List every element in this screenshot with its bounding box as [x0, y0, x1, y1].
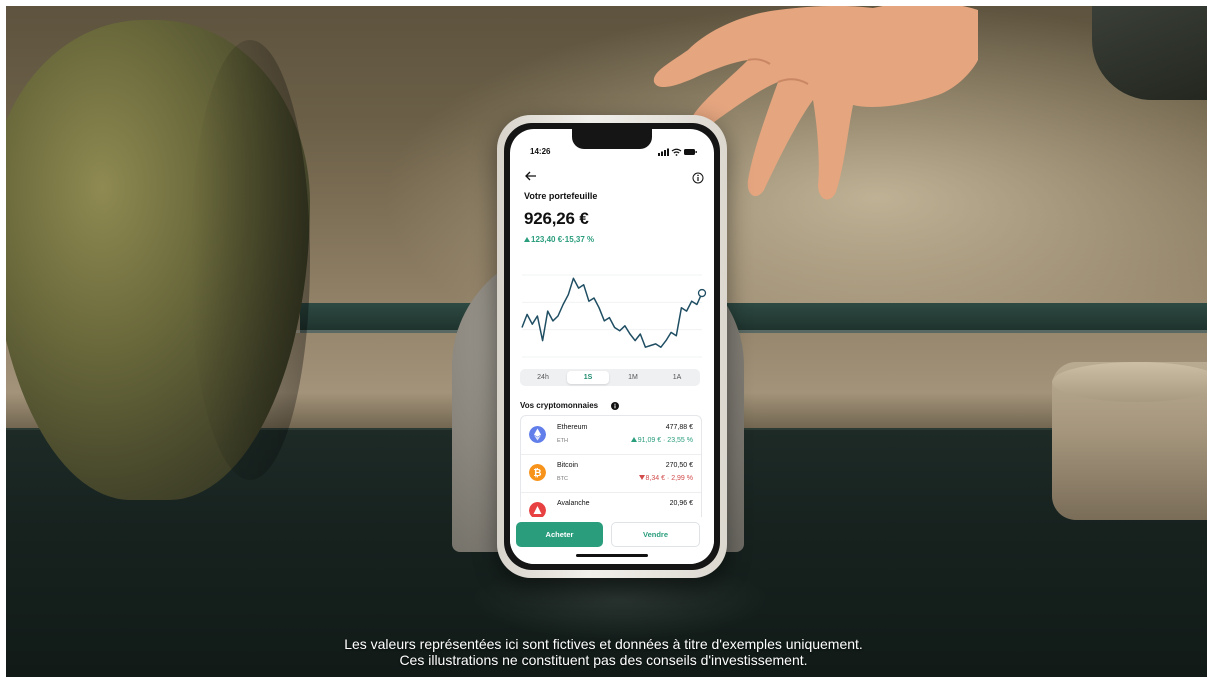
crypto-info-icon[interactable] [611, 402, 619, 410]
chart-series-line [521, 277, 703, 348]
crypto-section-title: Vos cryptomonnaies [520, 401, 599, 410]
portfolio-balance: 926,26 € [524, 209, 589, 228]
vase-shadow [190, 40, 310, 480]
home-indicator[interactable] [576, 554, 648, 557]
crypto-row-ethereum[interactable]: Ethereum ETH 477,88 € 91,09 € · 23,55 % [521, 416, 701, 455]
buy-button[interactable]: Acheter [516, 522, 603, 547]
disclaimer-line-2: Ces illustrations ne constituent pas des… [399, 652, 808, 668]
phone-screen: 14:26 Votre portefeuille 926,26 € 123,40… [510, 129, 714, 564]
svg-text:₿: ₿ [533, 467, 541, 479]
crypto-row-bitcoin[interactable]: ₿ Bitcoin BTC 270,50 € 8,34 € · 2,99 % [521, 454, 701, 493]
smartphone: 14:26 Votre portefeuille 926,26 € 123,40… [497, 115, 727, 578]
range-tab-1a[interactable]: 1A [656, 371, 698, 384]
wifi-icon [671, 148, 682, 156]
portfolio-chart[interactable] [516, 267, 710, 377]
info-icon[interactable] [692, 172, 704, 184]
sell-button[interactable]: Vendre [611, 522, 700, 547]
down-arrow-icon [638, 475, 645, 480]
status-time: 14:26 [530, 147, 551, 156]
disclaimer-line-1: Les valeurs représentées ici sont fictiv… [344, 636, 863, 652]
crypto-symbol: BTC [557, 476, 568, 482]
disclaimer-caption: Les valeurs représentées ici sont fictiv… [0, 636, 1207, 668]
range-tabs: 24h 1S 1M 1A [520, 369, 700, 386]
crypto-symbol: ETH [557, 438, 568, 444]
portfolio-change-text: 123,40 €·15,37 % [531, 235, 595, 244]
up-arrow-icon [630, 437, 637, 442]
crypto-name: Avalanche [557, 500, 590, 507]
range-tab-1s[interactable]: 1S [567, 371, 609, 384]
phone-notch [572, 129, 652, 149]
frame-border-top [0, 0, 1207, 6]
bitcoin-icon: ₿ [529, 464, 546, 481]
status-icons [658, 148, 697, 156]
up-arrow-icon [524, 237, 530, 242]
portfolio-change: 123,40 €·15,37 % [524, 235, 594, 244]
ethereum-icon [529, 426, 546, 443]
glass-shelf [300, 303, 1207, 333]
crypto-value: 477,88 € [665, 424, 693, 431]
page-title: Votre portefeuille [524, 191, 598, 201]
chart-current-point[interactable] [697, 288, 707, 298]
crypto-change: 91,09 € · 23,55 % [630, 437, 693, 444]
range-tab-24h[interactable]: 24h [522, 371, 564, 384]
crypto-change-text: 8,34 € · 2,99 % [645, 475, 693, 482]
range-tab-1m[interactable]: 1M [612, 371, 654, 384]
crypto-value: 20,96 € [669, 500, 693, 507]
crypto-name: Bitcoin [557, 462, 579, 469]
battery-icon [684, 149, 697, 155]
frame-border-left [0, 0, 6, 677]
crypto-name: Ethereum [557, 424, 588, 431]
crypto-change-text: 91,09 € · 23,55 % [637, 437, 693, 444]
crypto-value: 270,50 € [665, 462, 693, 469]
crypto-change: 8,34 € · 2,99 % [638, 475, 693, 482]
signal-icon [658, 148, 669, 156]
back-arrow-icon[interactable] [524, 169, 538, 183]
